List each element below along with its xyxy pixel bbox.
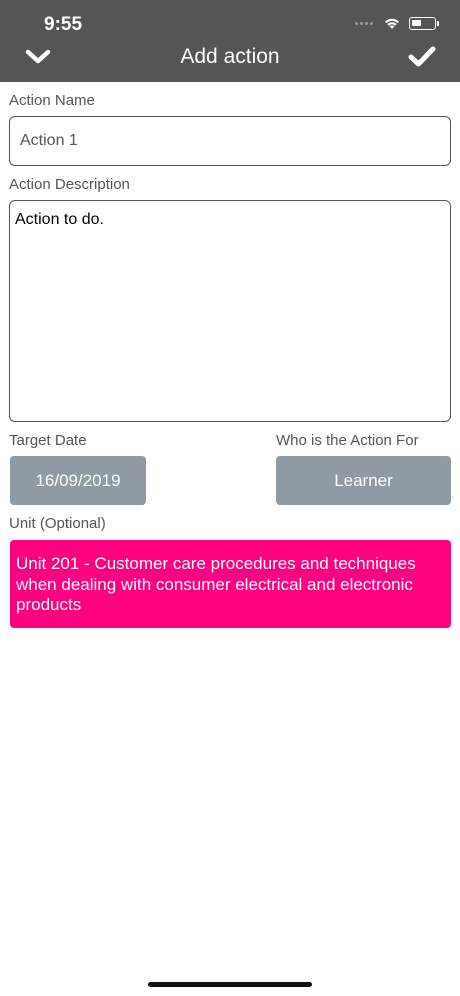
action-name-field[interactable]: Action 1 [9,116,451,166]
wifi-icon [385,18,399,29]
unit-selector[interactable]: Unit 201 - Customer care procedures and … [10,540,451,628]
header-bar: 9:55 Add action [0,0,460,82]
target-date-label: Target Date [9,432,87,449]
home-indicator[interactable] [148,982,312,987]
action-for-button[interactable]: Learner [276,456,451,505]
unit-label: Unit (Optional) [9,515,106,532]
save-button[interactable] [406,43,438,71]
action-name-label: Action Name [9,92,95,109]
battery-icon [409,16,439,30]
action-description-label: Action Description [9,176,130,193]
action-for-label: Who is the Action For [276,432,419,449]
target-date-button[interactable]: 16/09/2019 [10,456,146,505]
signal-icon [355,21,373,25]
status-icons [355,16,439,30]
status-time: 9:55 [44,14,83,35]
action-description-field[interactable]: Action to do. [9,200,451,422]
checkmark-icon [408,46,436,67]
page-title: Add action [180,45,280,68]
